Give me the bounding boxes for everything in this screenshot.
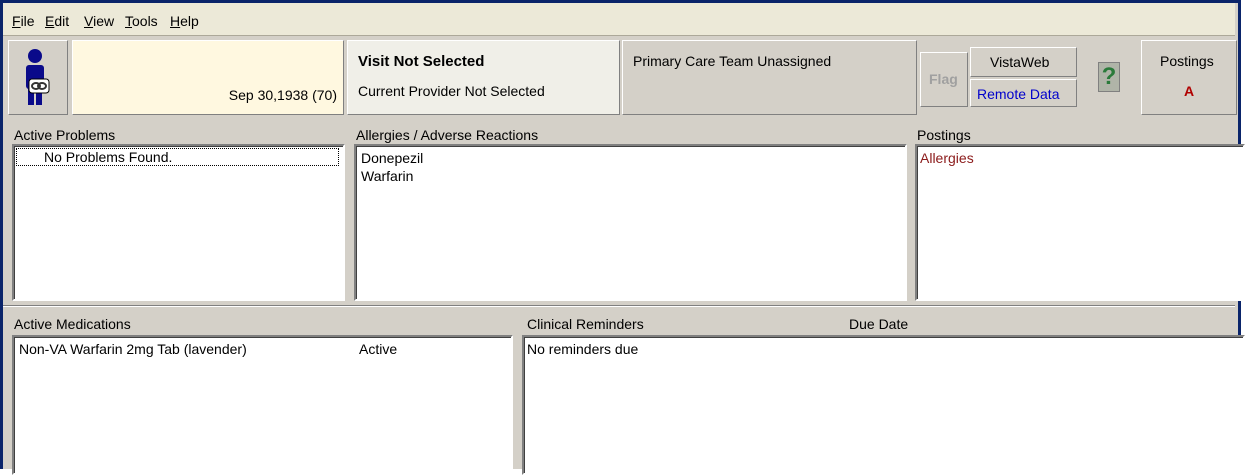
flag-button[interactable]: Flag xyxy=(920,52,968,107)
patient-dob: Sep 30,1938 (70) xyxy=(228,87,337,103)
remote-data-button[interactable]: Remote Data xyxy=(970,79,1077,107)
allergies-title: Allergies / Adverse Reactions xyxy=(356,127,539,143)
menu-view[interactable]: View xyxy=(84,13,114,29)
vistaweb-group: VistaWeb Remote Data xyxy=(970,47,1080,109)
clinical-reminders-list[interactable]: No reminders due xyxy=(522,335,1245,475)
table-row[interactable]: Non-VA Warfarin 2mg Tab (lavender) Activ… xyxy=(14,337,494,357)
list-item[interactable]: No reminders due xyxy=(527,341,638,357)
help-icon: ? xyxy=(1098,62,1120,92)
primary-care-label: Primary Care Team Unassigned xyxy=(633,53,832,69)
clinical-reminders-title: Clinical Reminders xyxy=(527,316,644,332)
patient-icon xyxy=(26,49,50,105)
visit-title: Visit Not Selected xyxy=(358,53,485,70)
postings-list[interactable]: Allergies xyxy=(915,144,1245,301)
medication-status: Active xyxy=(359,341,398,357)
active-medications-title: Active Medications xyxy=(14,316,131,332)
postings-code: A xyxy=(1184,83,1195,99)
menu-help[interactable]: Help xyxy=(170,13,199,29)
divider xyxy=(3,305,1235,307)
list-item[interactable]: No Problems Found. xyxy=(16,148,339,166)
postings-title: Postings xyxy=(917,127,971,143)
remote-data-label: Remote Data xyxy=(977,86,1060,102)
menu-file[interactable]: File xyxy=(12,13,35,29)
menu-edit[interactable]: Edit xyxy=(45,13,69,29)
help-button[interactable]: ? xyxy=(1081,40,1139,115)
active-problems-title: Active Problems xyxy=(14,127,116,143)
menu-tools[interactable]: Tools xyxy=(125,13,158,29)
provider-label: Current Provider Not Selected xyxy=(358,83,545,99)
patient-info-box[interactable]: Sep 30,1938 (70) xyxy=(72,40,344,115)
active-medications-list[interactable]: Non-VA Warfarin 2mg Tab (lavender) Activ… xyxy=(12,335,513,475)
active-problems-list[interactable]: No Problems Found. xyxy=(12,144,345,301)
postings-button[interactable]: Postings A xyxy=(1141,40,1237,115)
flag-label: Flag xyxy=(929,71,958,87)
medication-name: Non-VA Warfarin 2mg Tab (lavender) xyxy=(19,341,247,357)
allergies-list[interactable]: Donepezil Warfarin xyxy=(354,144,907,301)
list-item[interactable]: Donepezil xyxy=(361,150,423,166)
visit-info-box[interactable]: Visit Not Selected Current Provider Not … xyxy=(347,40,620,115)
vistaweb-button[interactable]: VistaWeb xyxy=(970,47,1077,77)
primary-care-box[interactable]: Primary Care Team Unassigned xyxy=(622,40,917,115)
list-item[interactable]: Warfarin xyxy=(361,168,413,184)
vistaweb-label: VistaWeb xyxy=(990,54,1050,70)
patient-icon-button[interactable] xyxy=(8,40,68,115)
list-item[interactable]: Allergies xyxy=(920,150,974,166)
menu-bar: File Edit View Tools Help xyxy=(3,3,1235,36)
due-date-header: Due Date xyxy=(849,316,909,332)
postings-button-label: Postings xyxy=(1160,53,1214,69)
